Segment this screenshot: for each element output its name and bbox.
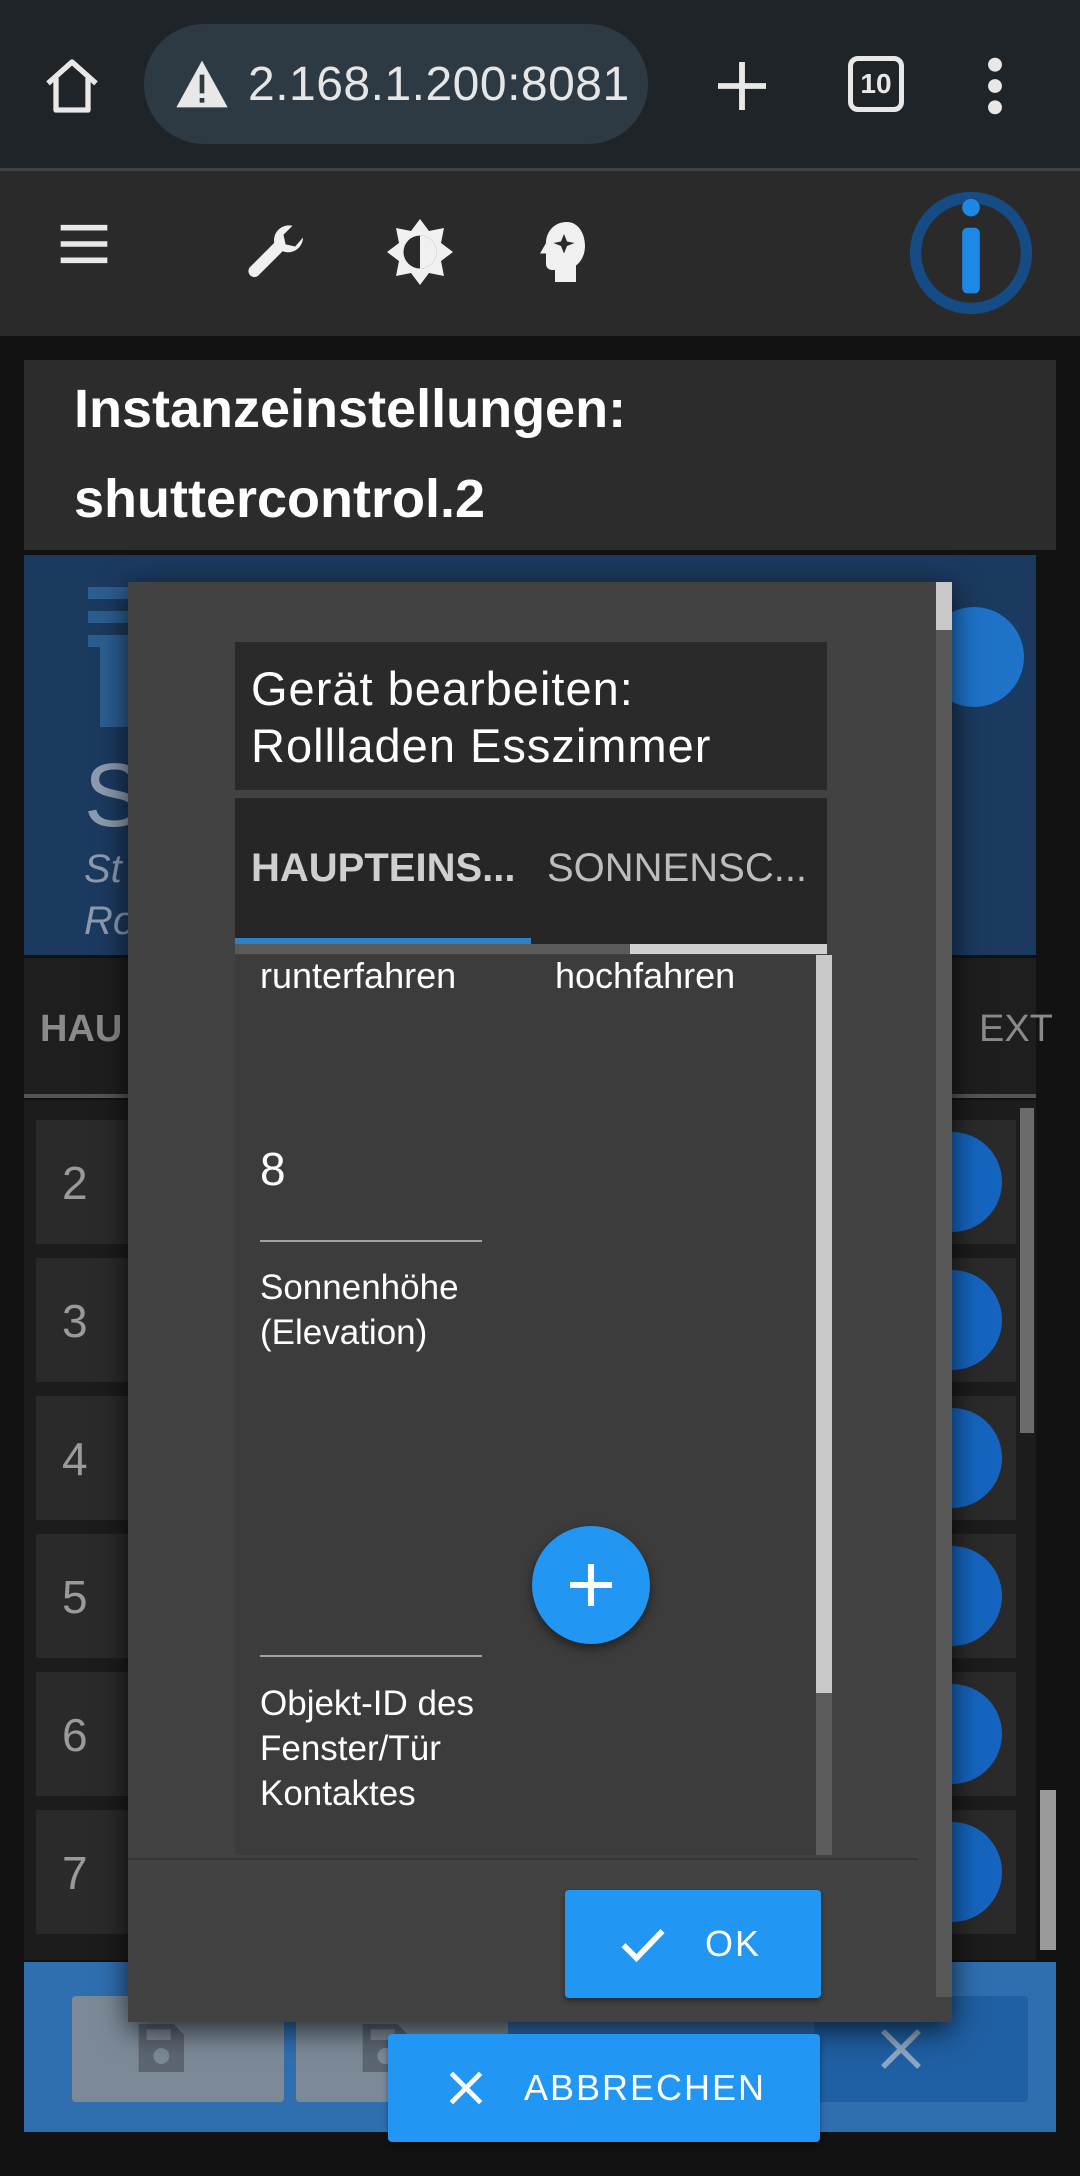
ok-label: OK bbox=[705, 1923, 762, 1964]
tab-main-settings[interactable]: HAUPTEINS... bbox=[251, 846, 515, 891]
content-scrollbar[interactable] bbox=[816, 955, 832, 1855]
dialog-tabs: HAUPTEINS... SONNENSC... bbox=[235, 798, 827, 944]
expert-mode-icon[interactable] bbox=[528, 216, 600, 288]
brightness-icon[interactable] bbox=[384, 216, 456, 288]
ok-button[interactable]: OK bbox=[565, 1890, 821, 1998]
contact-id-input[interactable] bbox=[260, 1655, 482, 1657]
dialog-title-line2: Rollladen Esszimmer bbox=[251, 719, 712, 773]
column-label-up: hochfahren bbox=[555, 955, 736, 996]
warning-icon bbox=[176, 60, 228, 108]
dialog-scrollbar-track[interactable] bbox=[936, 582, 952, 1997]
dialog-scrollbar-thumb[interactable] bbox=[936, 582, 952, 630]
tab-switcher-button[interactable]: 10 bbox=[848, 56, 904, 112]
tab-main-background[interactable]: HAU bbox=[40, 1008, 122, 1051]
home-icon[interactable] bbox=[40, 54, 104, 118]
close-icon bbox=[449, 2071, 483, 2105]
banner-subtitle-1: St bbox=[84, 847, 122, 891]
browser-toolbar: 2.168.1.200:8081 10 bbox=[0, 0, 1080, 170]
page-title-card: Instanzeinstellungen: shuttercontrol.2 bbox=[24, 360, 1056, 550]
cancel-button[interactable]: ABBRECHEN bbox=[388, 2034, 820, 2142]
close-icon bbox=[881, 2029, 921, 2069]
save-icon bbox=[138, 2024, 184, 2072]
contact-id-label: Objekt-ID des Fenster/Tür Kontaktes bbox=[260, 1684, 474, 1813]
tab-sun-protection[interactable]: SONNENSC... bbox=[547, 846, 807, 891]
address-bar[interactable]: 2.168.1.200:8081 bbox=[144, 24, 648, 144]
check-icon bbox=[621, 1929, 665, 1963]
dialog-title-line1: Gerät bearbeiten: bbox=[251, 662, 634, 715]
url-text: 2.168.1.200:8081 bbox=[248, 57, 630, 111]
elevation-input-underline bbox=[260, 1240, 482, 1242]
tab-extended-background[interactable]: EXT bbox=[979, 1008, 1053, 1051]
tabs-scrollbar-thumb[interactable] bbox=[630, 944, 827, 954]
iobroker-logo bbox=[909, 191, 1033, 315]
page-scrollbar[interactable] bbox=[1040, 1790, 1056, 1950]
plus-icon bbox=[570, 1564, 612, 1606]
menu-icon[interactable] bbox=[56, 216, 112, 272]
dialog-title: Gerät bearbeiten: Rollladen Esszimmer bbox=[235, 642, 827, 790]
content-scrollbar-thumb[interactable] bbox=[816, 955, 832, 1693]
new-tab-icon[interactable] bbox=[710, 54, 774, 118]
cancel-label: ABBRECHEN bbox=[524, 2067, 767, 2108]
page-title: Instanzeinstellungen: bbox=[74, 379, 627, 439]
dialog-actions-divider bbox=[128, 1858, 918, 1860]
tabs-scrollbar[interactable] bbox=[235, 944, 827, 954]
list-scrollbar[interactable] bbox=[1020, 1108, 1034, 1433]
elevation-label: Sonnenhöhe (Elevation) bbox=[260, 1268, 459, 1352]
wrench-icon[interactable] bbox=[240, 218, 312, 290]
elevation-input[interactable]: 8 bbox=[260, 1142, 286, 1196]
column-label-down: runterfahren bbox=[260, 955, 457, 996]
add-object-button[interactable] bbox=[532, 1526, 650, 1644]
more-options-icon[interactable] bbox=[980, 54, 1010, 118]
page-subtitle: shuttercontrol.2 bbox=[74, 469, 486, 529]
